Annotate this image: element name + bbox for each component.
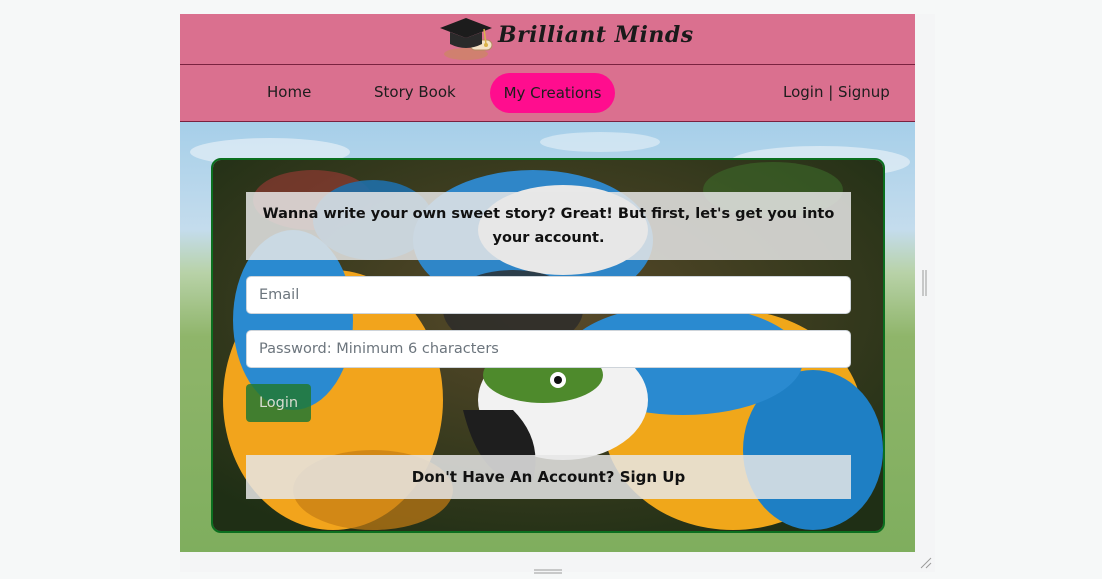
page-viewport: Brilliant Minds Home Story Book My Creat… xyxy=(180,14,915,552)
vertical-resize-handle[interactable] xyxy=(922,270,927,296)
nav-login-signup[interactable]: Login | Signup xyxy=(783,83,890,101)
resize-grip-icon[interactable] xyxy=(919,555,933,569)
login-notice: Wanna write your own sweet story? Great!… xyxy=(246,192,851,260)
browser-frame: Brilliant Minds Home Story Book My Creat… xyxy=(180,14,935,574)
hero-background: Wanna write your own sweet story? Great!… xyxy=(180,122,915,552)
nav-my-creations[interactable]: My Creations xyxy=(490,73,615,113)
brand-header: Brilliant Minds xyxy=(180,14,915,65)
nav-my-creations-label: My Creations xyxy=(503,84,602,102)
nav-story-book[interactable]: Story Book xyxy=(374,83,456,101)
nav-home[interactable]: Home xyxy=(267,83,311,101)
signup-link[interactable]: Don't Have An Account? Sign Up xyxy=(246,455,851,499)
password-field[interactable] xyxy=(246,330,851,368)
horizontal-resize-handle[interactable] xyxy=(534,560,562,574)
login-button[interactable]: Login xyxy=(246,384,311,422)
login-card: Wanna write your own sweet story? Great!… xyxy=(211,158,885,533)
email-field[interactable] xyxy=(246,276,851,314)
graduation-cap-icon xyxy=(436,14,496,64)
brand-name[interactable]: Brilliant Minds xyxy=(498,22,694,48)
main-navigation: Home Story Book My Creations Login | Sig… xyxy=(180,65,915,122)
